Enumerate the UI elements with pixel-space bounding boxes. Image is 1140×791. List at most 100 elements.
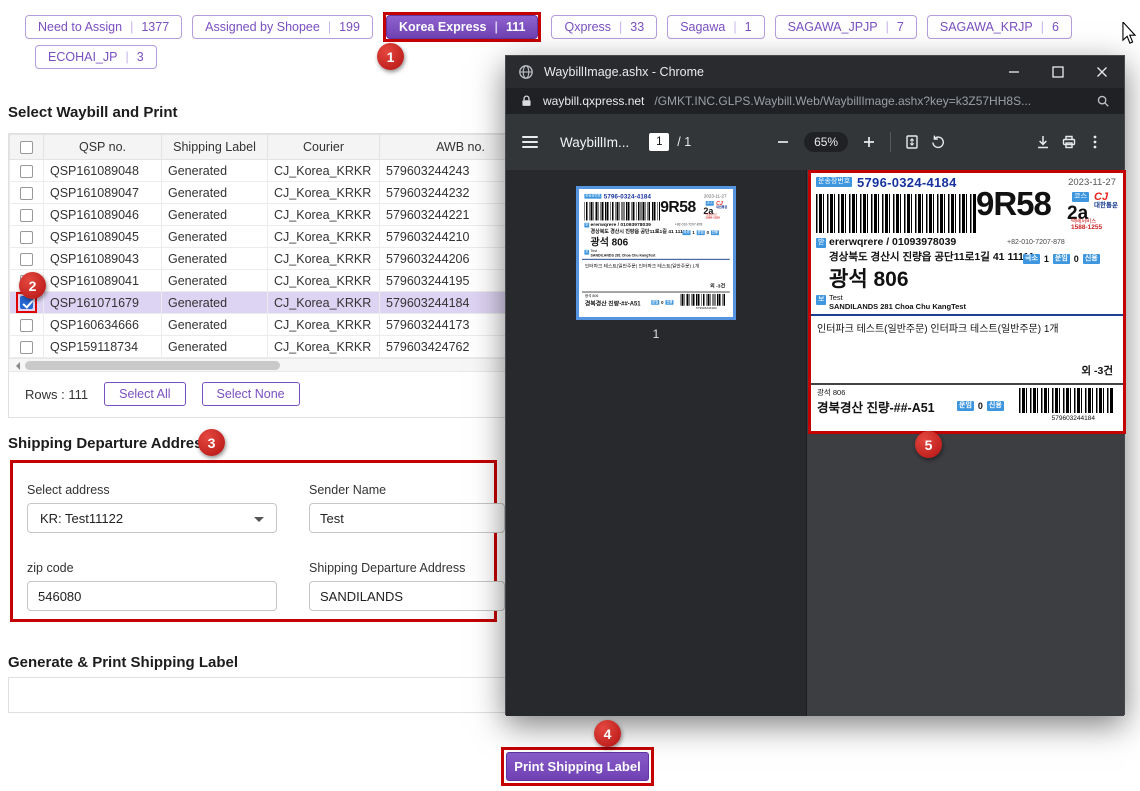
maximize-icon <box>1052 66 1064 78</box>
sort-code-big: 9R58 <box>976 185 1052 222</box>
sender-badge: 보 <box>584 249 590 255</box>
filter-tab-need-to-assign[interactable]: Need to Assign | 1377 <box>25 15 183 39</box>
cell-qsp: QSP161089043 <box>43 247 162 270</box>
zoom-in-button[interactable] <box>856 129 882 155</box>
payment-badge: 신용 <box>710 230 719 236</box>
select-all-checkbox[interactable] <box>20 141 33 155</box>
label-badges-row: 극소 1 운임 0 신용 <box>1023 254 1100 264</box>
phone-number: +82-010-7207-878 <box>1007 239 1065 246</box>
cell-shipping-label: Generated <box>161 225 268 248</box>
table-row[interactable]: QSP160634666 Generated CJ_Korea_KRKR 579… <box>9 313 542 336</box>
separator: | <box>130 20 134 34</box>
page-number-input[interactable]: 1 <box>649 133 670 151</box>
size-badge: 극소 <box>1023 254 1040 264</box>
minimize-button[interactable] <box>992 56 1036 88</box>
pdf-doc-title: WaybillIm... <box>560 134 630 150</box>
search-icon[interactable] <box>1096 94 1110 108</box>
separator: | <box>619 20 623 34</box>
select-none-button[interactable]: Select None <box>201 382 300 406</box>
row-checkbox[interactable] <box>20 208 33 222</box>
cell-shipping-label: Generated <box>161 181 268 204</box>
cell-shipping-label: Generated <box>161 203 268 226</box>
row-checkbox[interactable] <box>20 318 33 332</box>
filter-label: Korea Express <box>398 20 487 34</box>
sender-name-field[interactable] <box>309 503 505 533</box>
zoom-out-button[interactable] <box>770 129 796 155</box>
filter-tab-korea-express[interactable]: Korea Express | 111 <box>385 15 539 39</box>
zip-code-field[interactable] <box>27 581 277 611</box>
select-address-dropdown[interactable]: KR: Test11122 <box>27 503 277 533</box>
filter-tab-sagawa-krjp[interactable]: SAGAWA_KRJP | 6 <box>926 15 1072 39</box>
annotation-box-step5-waybill-preview: 운송장번호 5796-0324-4184 2023-11-27 9R58 2a … <box>808 170 1126 434</box>
horizontal-scrollbar[interactable] <box>9 358 542 372</box>
departure-address-field[interactable] <box>309 581 505 611</box>
download-button[interactable] <box>1030 129 1056 155</box>
table-row-selected[interactable]: QSP161071679 Generated CJ_Korea_KRKR 579… <box>9 291 542 314</box>
waybill-page: 운송장번호 5796-0324-4184 2023-11-27 9R58 2a … <box>582 192 730 314</box>
extra-parcel-count: 외 -3건 <box>1081 365 1113 377</box>
row-checkbox[interactable] <box>20 252 33 266</box>
mouse-cursor-icon <box>1122 22 1137 44</box>
bottom-payment-badge: 신용 <box>986 401 1004 411</box>
filter-tab-ecohai-jp[interactable]: ECOHAI_JP | 3 <box>35 45 157 69</box>
cell-shipping-label: Generated <box>161 269 268 292</box>
bottom-payment-badge: 신용 <box>665 300 674 305</box>
cell-qsp: QSP161089047 <box>43 181 162 204</box>
row-checkbox[interactable] <box>20 230 33 244</box>
table-row[interactable]: QSP161089041 Generated CJ_Korea_KRKR 579… <box>9 269 542 292</box>
fee-badge: 운임 <box>1052 254 1070 264</box>
row-checkbox[interactable] <box>20 186 33 200</box>
annotation-circle-1: 1 <box>377 43 404 70</box>
minus-icon <box>778 141 789 143</box>
fit-page-button[interactable] <box>899 129 925 155</box>
barcode-bottom <box>680 293 726 306</box>
tracking-number: 5796-0324-4184 <box>603 192 652 201</box>
barcode-main <box>584 201 661 221</box>
select-all-button[interactable]: Select All <box>104 382 186 406</box>
filter-tab-assigned-by-shopee[interactable]: Assigned by Shopee | 199 <box>192 15 373 39</box>
url-path: /GMKT.INC.GLPS.Waybill.Web/WaybillImage.… <box>654 94 1032 108</box>
menu-hamburger-icon[interactable] <box>522 136 538 148</box>
cell-qsp: QSP161089046 <box>43 203 162 226</box>
cell-shipping-label: Generated <box>161 247 268 270</box>
table-row[interactable]: QSP161089043 Generated CJ_Korea_KRKR 579… <box>9 247 542 270</box>
label-date: 2023-11-27 <box>1068 177 1116 188</box>
area-code-big: 광석 806 <box>829 268 909 291</box>
print-button[interactable] <box>1056 129 1082 155</box>
row-checkbox[interactable] <box>20 164 33 178</box>
sender-name-label: Sender Name <box>309 483 387 497</box>
table-row[interactable]: QSP161089048 Generated CJ_Korea_KRKR 579… <box>9 159 542 182</box>
table-row[interactable]: QSP159118734 Generated CJ_Korea_KRKR 579… <box>9 335 542 358</box>
more-options-button[interactable] <box>1082 129 1108 155</box>
rotate-button[interactable] <box>925 129 951 155</box>
label-divider <box>582 258 730 260</box>
table-row[interactable]: QSP161089045 Generated CJ_Korea_KRKR 579… <box>9 225 542 248</box>
maximize-button[interactable] <box>1036 56 1080 88</box>
fee-badge: 운임 <box>696 230 705 236</box>
thumbnail-page-content: 운송장번호 5796-0324-4184 2023-11-27 9R58 2a … <box>582 192 730 314</box>
barcode-main <box>816 194 976 233</box>
fit-page-icon <box>906 135 918 149</box>
bottom-fee-badge: 운임 <box>957 401 974 411</box>
table-row[interactable]: QSP161089046 Generated CJ_Korea_KRKR 579… <box>9 203 542 226</box>
scrollbar-thumb[interactable] <box>25 361 280 370</box>
close-button[interactable] <box>1080 56 1124 88</box>
filter-tab-qxpress[interactable]: Qxpress | 33 <box>551 15 658 39</box>
pdf-thumbnail[interactable]: 운송장번호 5796-0324-4184 2023-11-27 9R58 2a … <box>576 186 736 320</box>
filter-tab-sagawa-jpjp[interactable]: SAGAWA_JPJP | 7 <box>774 15 917 39</box>
print-shipping-label-button[interactable]: Print Shipping Label <box>506 752 649 781</box>
rows-count: Rows : 111 <box>25 386 89 402</box>
app-root: Need to Assign | 1377 Assigned by Shopee… <box>0 0 1140 791</box>
scroll-left-arrow-icon[interactable] <box>12 362 20 370</box>
filter-count: 199 <box>339 20 360 34</box>
cell-qsp: QSP161089048 <box>43 159 162 182</box>
url-domain: waybill.qxpress.net <box>543 94 645 108</box>
row-checkbox[interactable] <box>20 340 33 354</box>
table-row[interactable]: QSP161089047 Generated CJ_Korea_KRKR 579… <box>9 181 542 204</box>
window-titlebar[interactable]: WaybillImage.ashx - Chrome <box>506 56 1124 88</box>
service-info-line2: 1588-1255 <box>705 216 720 220</box>
url-bar[interactable]: waybill.qxpress.net /GMKT.INC.GLPS.Waybi… <box>506 88 1124 114</box>
filter-label: Assigned by Shopee <box>205 20 320 34</box>
printer-icon <box>1062 135 1076 149</box>
filter-tab-sagawa[interactable]: Sagawa | 1 <box>667 15 765 39</box>
